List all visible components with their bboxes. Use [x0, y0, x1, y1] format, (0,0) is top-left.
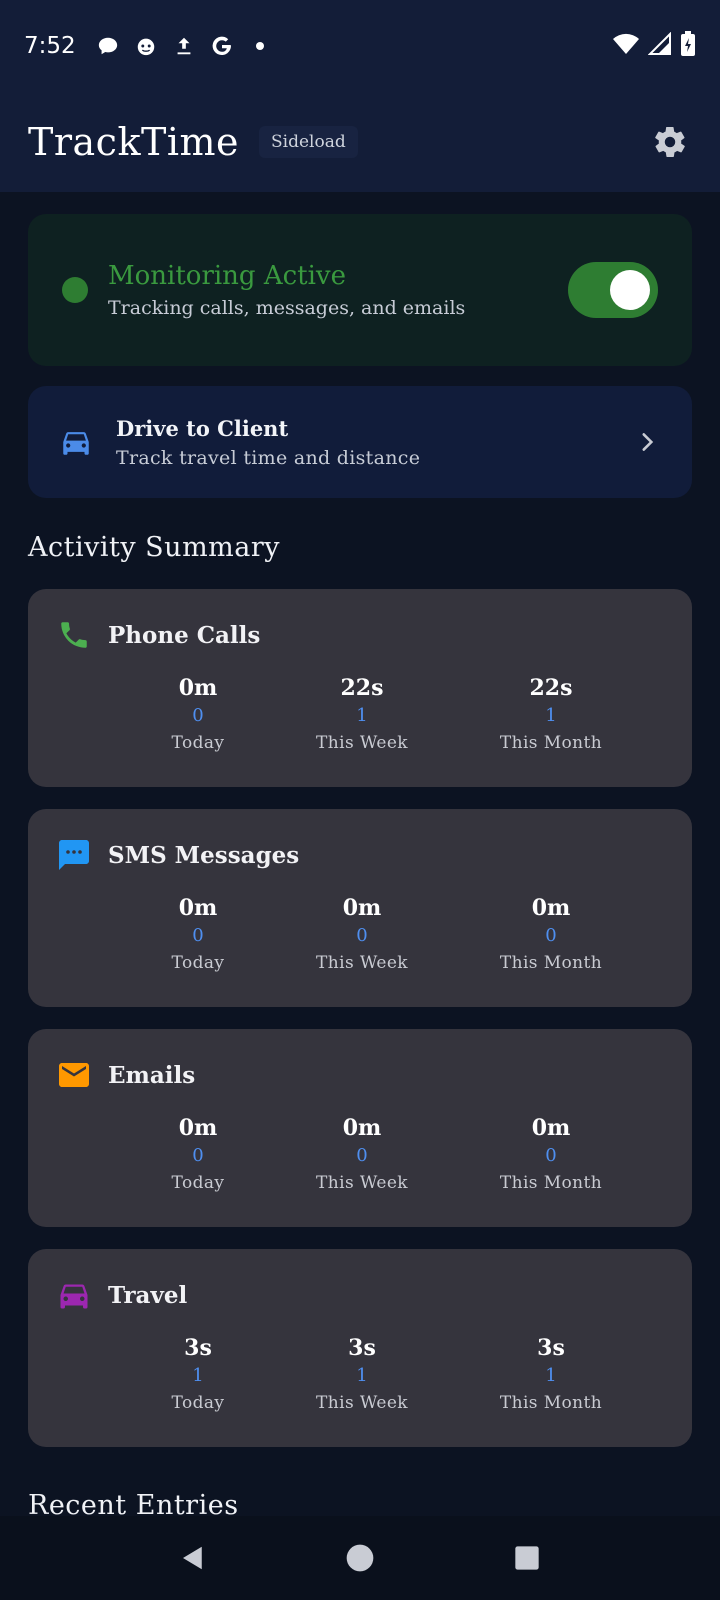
stat-count: 0	[192, 925, 204, 946]
drive-title: Drive to Client	[116, 415, 289, 441]
stat-count: 0	[545, 1145, 557, 1166]
stat-month: 0m 0 This Month	[466, 893, 636, 977]
app-bar: TrackTime Sideload	[0, 92, 720, 192]
car-icon	[58, 424, 94, 460]
car-icon	[56, 1277, 92, 1313]
toggle-knob	[610, 270, 650, 310]
stat-count: 0	[192, 705, 204, 726]
status-bar: 7:52	[0, 0, 720, 92]
sms-messages-card[interactable]: SMS Messages 0m 0 Today 0m 0 This Week 0…	[28, 809, 692, 1007]
chat-bubble-icon	[96, 34, 120, 58]
card-title: Travel	[108, 1281, 188, 1309]
back-button[interactable]	[173, 1538, 213, 1578]
navigation-bar	[0, 1516, 720, 1600]
stat-label: Today	[171, 733, 225, 753]
phone-calls-card[interactable]: Phone Calls 0m 0 Today 22s 1 This Week 2…	[28, 589, 692, 787]
home-icon	[346, 1544, 374, 1572]
cat-face-icon	[134, 34, 158, 58]
settings-button[interactable]	[648, 120, 692, 164]
stat-value: 3s	[184, 1335, 212, 1361]
stat-label: This Month	[499, 1393, 603, 1413]
chevron-right-icon	[632, 427, 662, 457]
monitoring-card: Monitoring Active Tracking calls, messag…	[28, 214, 692, 366]
card-title: SMS Messages	[108, 841, 300, 869]
stat-week: 0m 0 This Week	[277, 1113, 447, 1197]
stat-count: 1	[356, 705, 368, 726]
back-icon	[183, 1546, 203, 1570]
stat-month: 0m 0 This Month	[466, 1113, 636, 1197]
stat-value: 0m	[342, 895, 382, 921]
stat-label: This Month	[499, 733, 603, 753]
stat-value: 0m	[342, 1115, 382, 1141]
stat-label: This Week	[316, 1393, 408, 1413]
home-button[interactable]	[340, 1538, 380, 1578]
stat-label: Today	[171, 953, 225, 973]
stat-month: 22s 1 This Month	[466, 673, 636, 757]
stat-week: 22s 1 This Week	[277, 673, 447, 757]
gear-icon	[655, 127, 685, 157]
mail-icon	[56, 1057, 92, 1093]
app-title: TrackTime	[28, 120, 239, 164]
stat-today: 0m 0 Today	[113, 1113, 283, 1197]
google-icon	[210, 34, 234, 58]
dot-icon	[248, 34, 272, 58]
stat-count: 1	[192, 1365, 204, 1386]
monitoring-toggle[interactable]	[568, 262, 658, 318]
travel-card[interactable]: Travel 3s 1 Today 3s 1 This Week 3s 1 Th…	[28, 1249, 692, 1447]
stat-week: 3s 1 This Week	[277, 1333, 447, 1417]
card-title: Phone Calls	[108, 621, 261, 649]
stat-label: This Week	[316, 733, 408, 753]
message-icon	[56, 837, 92, 873]
stat-today: 0m 0 Today	[113, 673, 283, 757]
stat-week: 0m 0 This Week	[277, 893, 447, 977]
stat-count: 0	[356, 1145, 368, 1166]
phone-icon	[56, 617, 92, 653]
status-dot	[62, 277, 88, 303]
stat-value: 3s	[348, 1335, 376, 1361]
stat-label: Today	[171, 1173, 225, 1193]
stat-today: 3s 1 Today	[113, 1333, 283, 1417]
stat-label: This Week	[316, 1173, 408, 1193]
build-badge: Sideload	[259, 126, 358, 158]
stat-value: 22s	[529, 675, 573, 701]
stat-label: Today	[171, 1393, 225, 1413]
stat-count: 1	[545, 1365, 557, 1386]
recents-button[interactable]	[507, 1538, 547, 1578]
stat-value: 0m	[178, 675, 218, 701]
stat-count: 0	[545, 925, 557, 946]
stat-count: 0	[192, 1145, 204, 1166]
battery-charging-icon	[680, 31, 696, 61]
stat-label: This Month	[499, 1173, 603, 1193]
notification-icons	[96, 34, 272, 58]
stat-today: 0m 0 Today	[113, 893, 283, 977]
upload-icon	[172, 34, 196, 58]
stat-label: This Month	[499, 953, 603, 973]
drive-subtitle: Track travel time and distance	[116, 446, 421, 469]
system-icons	[612, 31, 696, 61]
stat-label: This Week	[316, 953, 408, 973]
recents-icon	[514, 1546, 539, 1570]
monitoring-title: Monitoring Active	[108, 261, 347, 291]
status-time: 7:52	[24, 33, 76, 59]
wifi-icon	[612, 32, 640, 60]
monitoring-subtitle: Tracking calls, messages, and emails	[108, 297, 466, 319]
stat-value: 0m	[531, 1115, 571, 1141]
drive-to-client-card[interactable]: Drive to Client Track travel time and di…	[28, 386, 692, 498]
stat-value: 22s	[340, 675, 384, 701]
stat-value: 3s	[537, 1335, 565, 1361]
emails-card[interactable]: Emails 0m 0 Today 0m 0 This Week 0m 0 Th…	[28, 1029, 692, 1227]
stat-month: 3s 1 This Month	[466, 1333, 636, 1417]
card-title: Emails	[108, 1061, 196, 1089]
stat-count: 0	[356, 925, 368, 946]
stat-count: 1	[356, 1365, 368, 1386]
stat-value: 0m	[531, 895, 571, 921]
main-content: Monitoring Active Tracking calls, messag…	[28, 214, 692, 1447]
stat-value: 0m	[178, 1115, 218, 1141]
stat-value: 0m	[178, 895, 218, 921]
stat-count: 1	[545, 705, 557, 726]
activity-summary-heading: Activity Summary	[28, 532, 281, 563]
signal-icon	[647, 31, 672, 60]
